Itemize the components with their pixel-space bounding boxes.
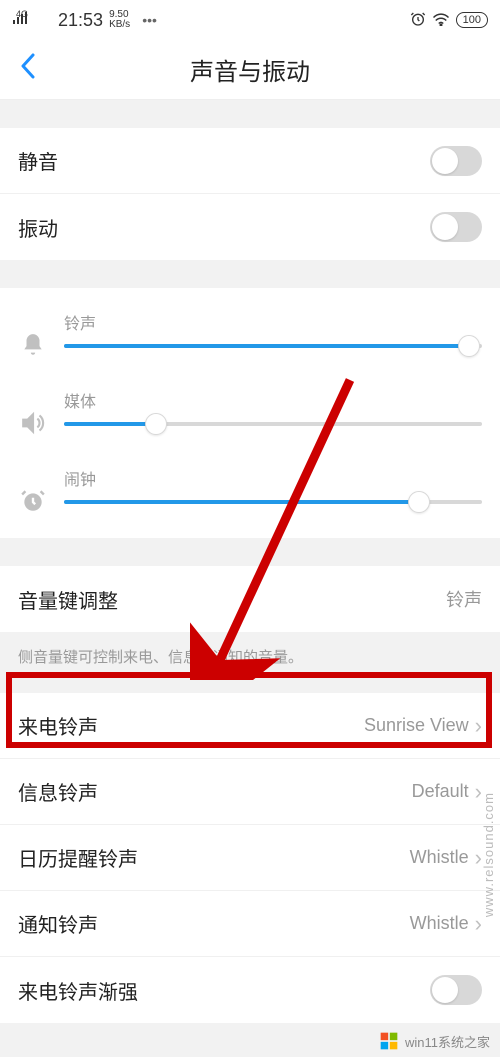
fade-in-toggle[interactable] — [430, 975, 482, 1005]
alarm-slider[interactable] — [64, 500, 482, 504]
back-button[interactable] — [12, 45, 44, 94]
calendar-ringtone-label: 日历提醒铃声 — [18, 843, 138, 872]
media-slider[interactable] — [64, 422, 482, 426]
call-ringtone-value: Sunrise View › — [364, 713, 482, 739]
status-right: 100 — [410, 11, 488, 30]
bell-icon — [18, 330, 48, 360]
signal-4g: 4G — [16, 9, 28, 19]
page-title: 声音与振动 — [0, 52, 500, 87]
speaker-icon — [18, 408, 48, 438]
more-icon: ••• — [142, 12, 157, 28]
row-calendar-ringtone[interactable]: 日历提醒铃声 Whistle › — [0, 825, 500, 891]
section-sliders: 铃声 媒体 闹钟 — [0, 288, 500, 538]
notification-ringtone-label: 通知铃声 — [18, 909, 98, 938]
row-vibrate[interactable]: 振动 — [0, 194, 500, 260]
ringtone-slider-label: 铃声 — [64, 310, 482, 334]
vibrate-label: 振动 — [18, 213, 58, 242]
status-time: 21:53 — [58, 10, 103, 31]
watermark-bottom: win11系统之家 — [379, 1031, 490, 1051]
slider-row-media: 媒体 — [18, 388, 482, 438]
header: 声音与振动 — [0, 40, 500, 100]
call-ringtone-label: 来电铃声 — [18, 711, 98, 740]
media-slider-label: 媒体 — [64, 388, 482, 412]
volume-key-label: 音量键调整 — [18, 585, 118, 614]
notification-ringtone-value: Whistle › — [410, 911, 482, 937]
message-ringtone-label: 信息铃声 — [18, 777, 98, 806]
row-volume-key[interactable]: 音量键调整 铃声 — [0, 566, 500, 632]
message-ringtone-value: Default › — [412, 779, 482, 805]
alarm-icon — [410, 11, 426, 30]
silent-label: 静音 — [18, 146, 58, 175]
section-volume-key: 音量键调整 铃声 — [0, 566, 500, 632]
row-call-ringtone[interactable]: 来电铃声 Sunrise View › — [0, 693, 500, 759]
alarm-slider-label: 闹钟 — [64, 466, 482, 490]
volume-key-value: 铃声 — [446, 586, 482, 612]
fade-in-label: 来电铃声渐强 — [18, 976, 138, 1005]
ringtone-slider[interactable] — [64, 344, 482, 348]
row-message-ringtone[interactable]: 信息铃声 Default › — [0, 759, 500, 825]
network-speed: 9.50 KB/s — [109, 10, 130, 30]
row-notification-ringtone[interactable]: 通知铃声 Whistle › — [0, 891, 500, 957]
chevron-right-icon: › — [475, 713, 482, 739]
wifi-icon — [432, 12, 450, 29]
watermark-side: www.relsound.com — [481, 792, 496, 917]
silent-toggle[interactable] — [430, 146, 482, 176]
status-bar: 4G 21:53 9.50 KB/s ••• 100 — [0, 0, 500, 40]
calendar-ringtone-value: Whistle › — [410, 845, 482, 871]
watermark-logo-icon — [379, 1031, 399, 1051]
row-fade-in[interactable]: 来电铃声渐强 — [0, 957, 500, 1023]
battery-indicator: 100 — [456, 12, 488, 28]
row-silent[interactable]: 静音 — [0, 128, 500, 194]
section-ringtones: 来电铃声 Sunrise View › 信息铃声 Default › 日历提醒铃… — [0, 693, 500, 1023]
clock-icon — [18, 486, 48, 516]
vibrate-toggle[interactable] — [430, 212, 482, 242]
section-toggles: 静音 振动 — [0, 128, 500, 260]
slider-row-alarm: 闹钟 — [18, 466, 482, 516]
slider-row-ringtone: 铃声 — [18, 310, 482, 360]
volume-key-helper: 侧音量键可控制来电、信息和通知的音量。 — [0, 632, 500, 685]
status-left: 4G 21:53 9.50 KB/s ••• — [12, 10, 157, 31]
